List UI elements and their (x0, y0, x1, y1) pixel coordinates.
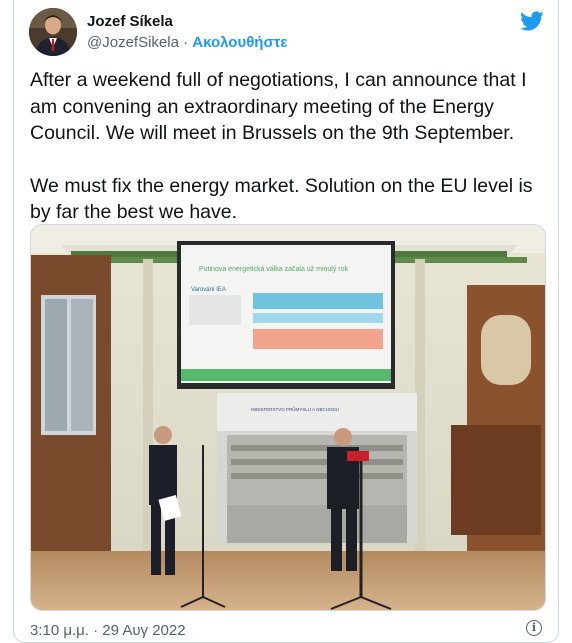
backdrop-text: MINISTERSTVO PRŮMYSLU A OBCHODU (251, 406, 339, 412)
timestamp[interactable]: 3:10 μ.μ. · 29 Αυγ 2022 (30, 622, 186, 639)
tweet-card: Jozef Síkela @JozefSikela · Ακολουθήστε … (13, 0, 559, 643)
press-conference-image: Putinova energetická válka začala už min… (31, 225, 545, 610)
avatar[interactable] (29, 8, 77, 56)
author-handle-row: @JozefSikela · Ακολουθήστε (87, 34, 288, 51)
tweet-paragraph-1: After a weekend full of negotiations, I … (30, 69, 527, 144)
twitter-bird-icon[interactable] (520, 9, 544, 33)
separator-dot: · (183, 34, 189, 51)
tweet-paragraph-2: We must fix the energy market. Solution … (30, 174, 533, 224)
info-icon[interactable]: i (526, 620, 542, 636)
slide-subheading: Varování IEA (191, 287, 226, 293)
avatar-portrait (29, 8, 77, 56)
tweet-photo[interactable]: Putinova energetická válka začala už min… (30, 224, 546, 611)
slide-title: Putinova energetická válka začala už min… (199, 266, 349, 273)
follow-button[interactable]: Ακολουθήστε (192, 34, 287, 51)
author-handle[interactable]: @JozefSikela (87, 34, 179, 51)
author-name[interactable]: Jozef Síkela (87, 13, 173, 30)
